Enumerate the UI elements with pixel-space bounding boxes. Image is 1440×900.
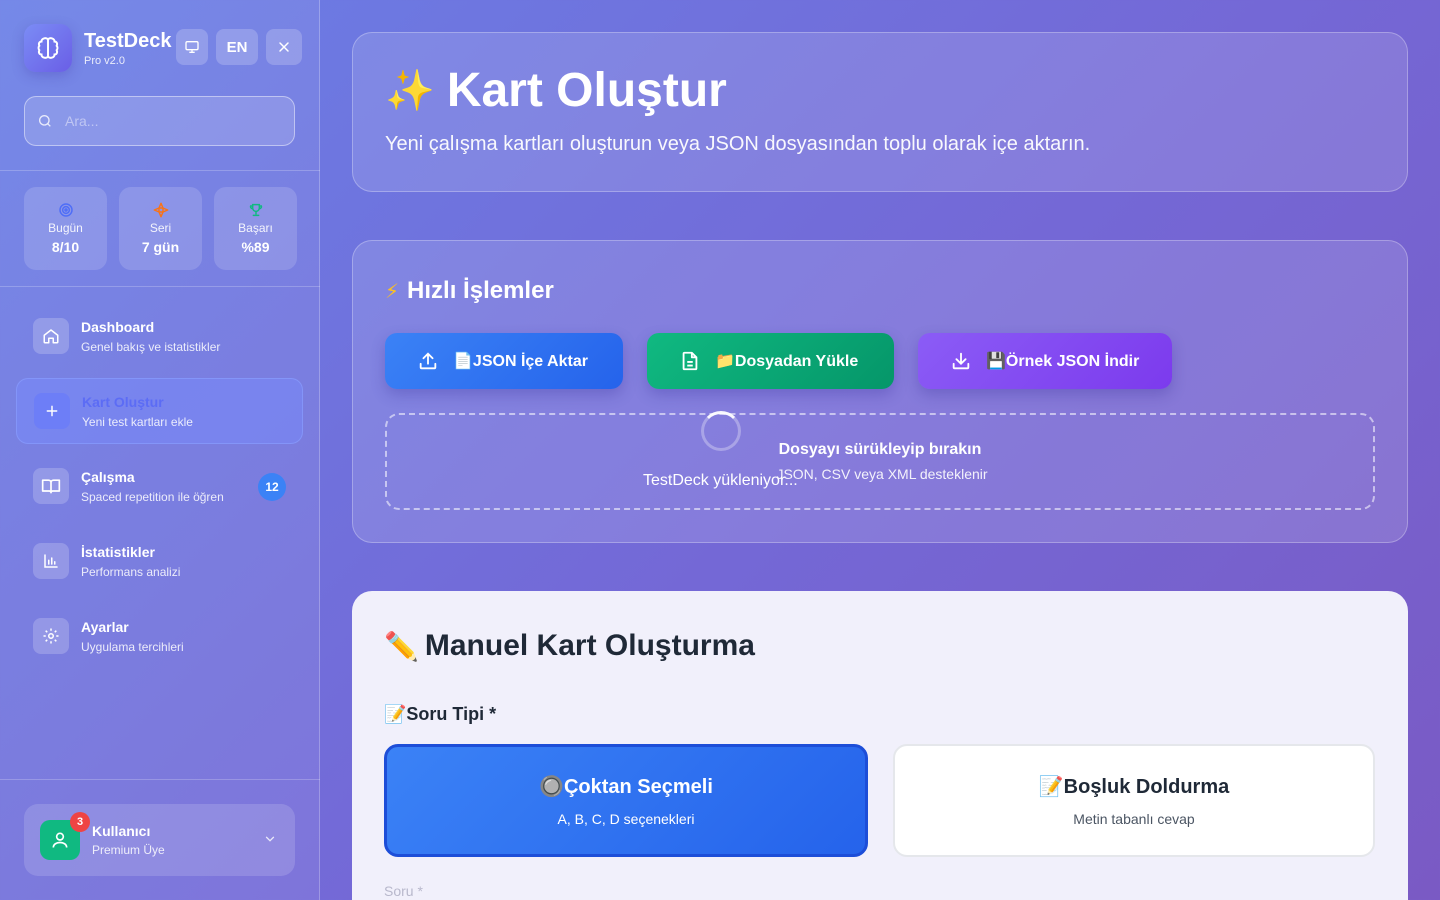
page-header: ✨ Kart Oluştur Yeni çalışma kartları olu… [352, 32, 1408, 192]
type-fill-blank[interactable]: 📝Boşluk Doldurma Metin tabanlı cevap [893, 744, 1375, 857]
target-icon [58, 202, 74, 218]
type-subtitle: A, B, C, D seçenekleri [557, 811, 695, 827]
search-icon [37, 113, 53, 129]
sidebar-item-subtitle: Yeni test kartları ekle [82, 414, 193, 429]
type-title: 🔘Çoktan Seçmeli [539, 776, 713, 798]
notification-badge: 3 [70, 812, 90, 832]
import-json-button[interactable]: 📄JSON İçe Aktar [385, 333, 623, 389]
language-button[interactable]: EN [216, 29, 258, 65]
chart-icon [33, 543, 69, 579]
sidebar-item-title: Çalışma [81, 468, 135, 485]
sidebar-nav: Dashboard Genel bakış ve istatistikler K… [16, 303, 303, 678]
home-icon [33, 318, 69, 354]
chevron-down-icon [263, 832, 277, 846]
divider [0, 286, 320, 287]
sidebar-item-study[interactable]: Çalışma Spaced repetition ile öğren 12 [16, 453, 303, 519]
stat-label: Seri [149, 221, 172, 235]
stat-streak: Seri 7 gün [119, 187, 202, 270]
download-sample-button[interactable]: 💾Örnek JSON İndir [918, 333, 1172, 389]
upload-file-button[interactable]: 📁Dosyadan Yükle [647, 333, 894, 389]
stat-label: Başarı [238, 221, 273, 235]
book-icon [33, 468, 69, 504]
stat-success: Başarı %89 [214, 187, 297, 270]
avatar: 3 [40, 812, 90, 860]
button-label: 📄JSON İçe Aktar [453, 353, 588, 370]
stat-value: %89 [241, 239, 270, 255]
flame-icon [153, 202, 169, 218]
type-title: 📝Boşluk Doldurma [1038, 776, 1230, 798]
upload-icon [417, 350, 439, 372]
app-title: TestDeck [84, 30, 172, 52]
sidebar-item-title: İstatistikler [81, 543, 155, 560]
trophy-icon [248, 202, 264, 218]
stat-value: 7 gün [141, 239, 180, 255]
sidebar: TestDeck Pro v2.0 EN Bugün 8/10 [0, 0, 320, 900]
file-icon [679, 350, 701, 372]
loading-text: TestDeck yükleniyor... [643, 472, 798, 489]
search-input[interactable] [65, 113, 265, 129]
download-icon [950, 350, 972, 372]
sidebar-item-statistics[interactable]: İstatistikler Performans analizi [16, 528, 303, 594]
brain-icon [24, 24, 72, 72]
lightning-icon: ⚡ [385, 280, 400, 303]
button-label: 💾Örnek JSON İndir [986, 353, 1140, 370]
pencil-icon: ✏️ [384, 630, 419, 662]
user-icon [50, 830, 70, 850]
manual-card-panel: ✏️ Manuel Kart Oluşturma 📝Soru Tipi * 🔘Ç… [352, 591, 1408, 900]
user-menu[interactable]: 3 Kullanıcı Premium Üye [24, 804, 295, 876]
section-title: ✏️ Manuel Kart Oluşturma [384, 629, 755, 663]
section-title-text: Hızlı İşlemler [407, 277, 554, 304]
divider [0, 170, 320, 171]
display-toggle-button[interactable] [176, 29, 208, 65]
brand[interactable]: TestDeck Pro v2.0 [24, 24, 171, 72]
divider [0, 779, 320, 780]
sidebar-item-title: Dashboard [81, 318, 155, 335]
top-actions: EN [176, 29, 302, 65]
type-subtitle: Metin tabanlı cevap [1073, 811, 1195, 827]
type-multiple-choice[interactable]: 🔘Çoktan Seçmeli A, B, C, D seçenekleri [384, 744, 868, 857]
button-label: 📁Dosyadan Yükle [715, 353, 859, 370]
user-role: Premium Üye [92, 843, 165, 857]
sidebar-item-title: Kart Oluştur [82, 393, 164, 410]
user-name: Kullanıcı [92, 823, 151, 839]
question-label: Soru * [384, 883, 423, 899]
stat-value: 8/10 [51, 239, 80, 255]
sparkles-icon: ✨ [385, 69, 435, 113]
sidebar-item-subtitle: Spaced repetition ile öğren [81, 489, 224, 504]
gear-icon [33, 618, 69, 654]
sidebar-item-settings[interactable]: Ayarlar Uygulama tercihleri [16, 603, 303, 669]
section-title: ⚡ Hızlı İşlemler [385, 277, 554, 305]
search-box [24, 96, 295, 146]
close-button[interactable] [266, 29, 302, 65]
question-type-label: 📝Soru Tipi * [384, 704, 497, 724]
page-title-text: Kart Oluştur [446, 64, 727, 117]
sidebar-item-dashboard[interactable]: Dashboard Genel bakış ve istatistikler [16, 303, 303, 369]
dropzone-title: Dosyayı sürükleyip bırakın [778, 441, 982, 458]
stat-label: Bugün [48, 221, 83, 235]
sidebar-item-subtitle: Uygulama tercihleri [81, 639, 184, 654]
app-version: Pro v2.0 [84, 55, 125, 67]
quick-actions-panel: ⚡ Hızlı İşlemler 📄JSON İçe Aktar 📁Dosyad… [352, 240, 1408, 543]
stats-row: Bugün 8/10 Seri 7 gün Başarı %89 [24, 187, 297, 270]
dropzone-subtitle: JSON, CSV veya XML desteklenir [776, 466, 988, 482]
sidebar-item-subtitle: Genel bakış ve istatistikler [81, 339, 221, 354]
stat-today: Bugün 8/10 [24, 187, 107, 270]
monitor-icon [184, 39, 200, 55]
sidebar-item-subtitle: Performans analizi [81, 564, 181, 579]
file-dropzone[interactable]: Dosyayı sürükleyip bırakın JSON, CSV vey… [385, 411, 1375, 510]
sidebar-item-create-card[interactable]: Kart Oluştur Yeni test kartları ekle [16, 378, 303, 444]
page-subtitle: Yeni çalışma kartları oluşturun veya JSO… [385, 133, 1091, 155]
plus-icon [34, 393, 70, 429]
page-title: ✨ Kart Oluştur [385, 63, 727, 119]
count-badge: 12 [258, 473, 286, 501]
section-title-text: Manuel Kart Oluşturma [424, 629, 755, 662]
sidebar-item-title: Ayarlar [81, 618, 129, 635]
close-icon [276, 39, 292, 55]
